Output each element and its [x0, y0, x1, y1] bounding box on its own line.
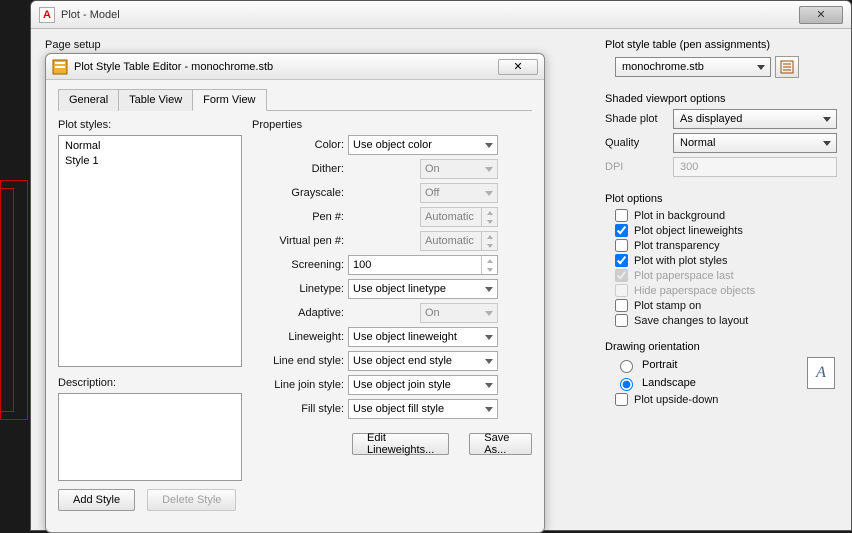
properties-label: Properties	[252, 119, 532, 131]
lineweight-combo[interactable]: Use object lineweight	[348, 327, 498, 347]
orientation-title: Drawing orientation	[605, 341, 837, 353]
app-icon: A	[39, 7, 55, 23]
chk-plot-styles[interactable]: Plot with plot styles	[615, 254, 837, 267]
screening-spin[interactable]: 100	[348, 255, 498, 275]
editor-tabs: General Table View Form View	[58, 88, 532, 111]
joinstyle-label: Line join style:	[252, 379, 344, 391]
pen-spin[interactable]: Automatic	[420, 207, 498, 227]
chk-plot-transparency[interactable]: Plot transparency	[615, 239, 837, 252]
chk-save-layout[interactable]: Save changes to layout	[615, 314, 837, 327]
quality-label: Quality	[605, 137, 673, 149]
linetype-combo[interactable]: Use object linetype	[348, 279, 498, 299]
shaded-title: Shaded viewport options	[605, 93, 837, 105]
screening-label: Screening:	[252, 259, 344, 271]
plot-style-table-select[interactable]: monochrome.stb	[615, 57, 771, 77]
list-item[interactable]: Normal	[65, 139, 235, 154]
endstyle-combo[interactable]: Use object end style	[348, 351, 498, 371]
dither-combo[interactable]: On	[420, 159, 498, 179]
edit-plot-style-button[interactable]	[775, 56, 799, 78]
description-textarea[interactable]	[58, 393, 242, 481]
shade-plot-label: Shade plot	[605, 113, 673, 125]
plot-styles-label: Plot styles:	[58, 119, 242, 131]
adaptive-label: Adaptive:	[252, 307, 344, 319]
color-label: Color:	[252, 139, 344, 151]
editor-close-button[interactable]: ✕	[498, 59, 538, 75]
plot-styles-list[interactable]: Normal Style 1	[58, 135, 242, 367]
editor-title-text: Plot Style Table Editor - monochrome.stb	[74, 61, 273, 73]
joinstyle-combo[interactable]: Use object join style	[348, 375, 498, 395]
adaptive-combo[interactable]: On	[420, 303, 498, 323]
color-combo[interactable]: Use object color	[348, 135, 498, 155]
grayscale-combo[interactable]: Off	[420, 183, 498, 203]
chk-plot-stamp[interactable]: Plot stamp on	[615, 299, 837, 312]
chk-plot-background[interactable]: Plot in background	[615, 209, 837, 222]
lineweight-label: Lineweight:	[252, 331, 344, 343]
shade-plot-select[interactable]: As displayed	[673, 109, 837, 129]
save-as-button[interactable]: Save As...	[469, 433, 532, 455]
page-setup-label: Page setup	[45, 39, 593, 51]
delete-style-button: Delete Style	[147, 489, 236, 511]
list-item[interactable]: Style 1	[65, 154, 235, 169]
description-label: Description:	[58, 377, 242, 389]
vpen-spin[interactable]: Automatic	[420, 231, 498, 251]
dither-label: Dither:	[252, 163, 344, 175]
plot-options-title: Plot options	[605, 193, 837, 205]
tab-table-view[interactable]: Table View	[118, 89, 193, 111]
edit-lineweights-button[interactable]: Edit Lineweights...	[352, 433, 449, 455]
quality-select[interactable]: Normal	[673, 133, 837, 153]
linetype-label: Linetype:	[252, 283, 344, 295]
fillstyle-combo[interactable]: Use object fill style	[348, 399, 498, 419]
editor-icon	[52, 59, 68, 75]
plot-dialog: A Plot - Model ✕ Page setup Plot Style T…	[30, 0, 852, 531]
vpen-label: Virtual pen #:	[252, 235, 344, 247]
plot-style-editor-dialog: Plot Style Table Editor - monochrome.stb…	[45, 53, 545, 533]
tab-general[interactable]: General	[58, 89, 119, 111]
chk-paperspace-last: Plot paperspace last	[615, 269, 837, 282]
radio-landscape[interactable]: Landscape	[615, 375, 837, 391]
chk-hide-paperspace: Hide paperspace objects	[615, 284, 837, 297]
plot-title-text: Plot - Model	[61, 9, 120, 21]
plot-style-table-title: Plot style table (pen assignments)	[605, 39, 837, 51]
plot-close-button[interactable]: ✕	[799, 6, 843, 24]
fillstyle-label: Fill style:	[252, 403, 344, 415]
chk-upside-down[interactable]: Plot upside-down	[615, 393, 837, 406]
grayscale-label: Grayscale:	[252, 187, 344, 199]
endstyle-label: Line end style:	[252, 355, 344, 367]
editor-titlebar: Plot Style Table Editor - monochrome.stb…	[46, 54, 544, 80]
radio-portrait[interactable]: Portrait	[615, 357, 837, 373]
plot-titlebar: A Plot - Model ✕	[31, 1, 851, 29]
pen-label: Pen #:	[252, 211, 344, 223]
orientation-icon: A	[807, 357, 835, 389]
dpi-field: 300	[673, 157, 837, 177]
dpi-label: DPI	[605, 161, 673, 173]
chk-plot-lineweights[interactable]: Plot object lineweights	[615, 224, 837, 237]
add-style-button[interactable]: Add Style	[58, 489, 135, 511]
tab-form-view[interactable]: Form View	[192, 89, 266, 111]
